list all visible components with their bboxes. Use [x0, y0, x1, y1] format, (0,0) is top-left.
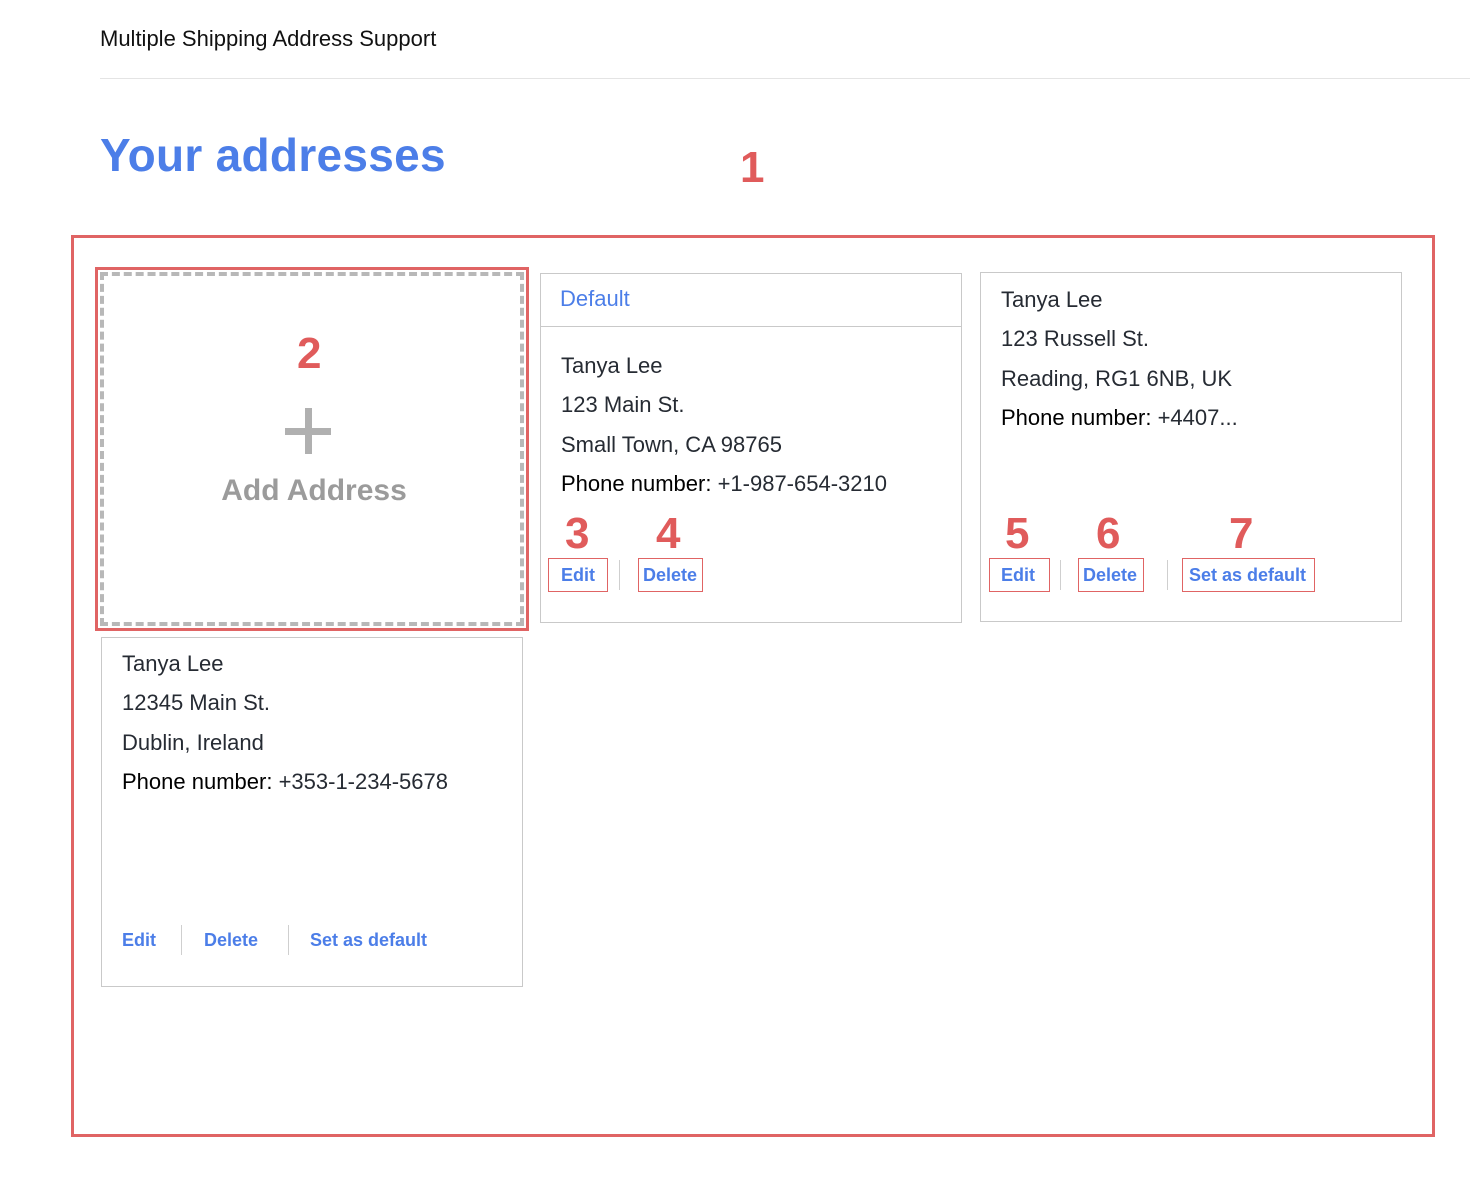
annotation-frame-add-address: [95, 267, 529, 631]
phone-number: +1-987-654-3210: [717, 471, 887, 496]
action-separator: [181, 925, 182, 955]
annotation-1: 1: [740, 143, 765, 192]
set-as-default-button[interactable]: Set as default: [1189, 565, 1306, 586]
page: Multiple Shipping Address Support Your a…: [0, 0, 1470, 1182]
default-badge: Default: [560, 286, 630, 311]
address-card-reading: Tanya Lee 123 Russell St. Reading, RG1 6…: [980, 272, 1402, 622]
action-separator: [1167, 560, 1168, 590]
page-title: Your addresses: [100, 129, 446, 181]
edit-button[interactable]: Edit: [561, 565, 595, 586]
address-name: Tanya Lee: [1001, 287, 1103, 312]
address-city: Small Town, CA 98765: [561, 432, 782, 457]
annotation-5: 5: [1005, 509, 1030, 558]
delete-button[interactable]: Delete: [1083, 565, 1137, 586]
edit-button[interactable]: Edit: [122, 930, 156, 951]
action-separator: [288, 925, 289, 955]
delete-button[interactable]: Delete: [643, 565, 697, 586]
delete-button[interactable]: Delete: [204, 930, 258, 951]
address-phone: Phone number: +353-1-234-5678: [122, 769, 448, 795]
address-name: Tanya Lee: [561, 353, 663, 378]
address-card-default: Default Tanya Lee 123 Main St. Small Tow…: [540, 273, 962, 623]
address-street: 12345 Main St.: [122, 690, 270, 715]
default-header: Default: [541, 274, 961, 327]
address-card-dublin: Tanya Lee 12345 Main St. Dublin, Ireland…: [101, 637, 523, 987]
address-street: 123 Russell St.: [1001, 326, 1149, 351]
address-city: Reading, RG1 6NB, UK: [1001, 366, 1233, 391]
address-city: Dublin, Ireland: [122, 730, 264, 755]
address-phone: Phone number: +1-987-654-3210: [561, 471, 887, 497]
annotation-6: 6: [1096, 509, 1121, 558]
annotation-3: 3: [565, 509, 590, 558]
address-street: 123 Main St.: [561, 392, 685, 417]
address-name: Tanya Lee: [122, 651, 224, 676]
site-title: Multiple Shipping Address Support: [100, 26, 437, 51]
edit-button[interactable]: Edit: [1001, 565, 1035, 586]
phone-number: +353-1-234-5678: [278, 769, 448, 794]
annotation-4: 4: [656, 509, 681, 558]
action-separator: [1060, 560, 1061, 590]
address-phone: Phone number: +4407...: [1001, 405, 1238, 431]
set-as-default-button[interactable]: Set as default: [310, 930, 427, 951]
phone-label: Phone number:: [122, 769, 273, 794]
action-separator: [619, 560, 620, 590]
annotation-7: 7: [1229, 509, 1254, 558]
phone-number: +4407...: [1157, 405, 1238, 430]
phone-label: Phone number:: [561, 471, 712, 496]
header-divider: [100, 78, 1470, 79]
phone-label: Phone number:: [1001, 405, 1152, 430]
